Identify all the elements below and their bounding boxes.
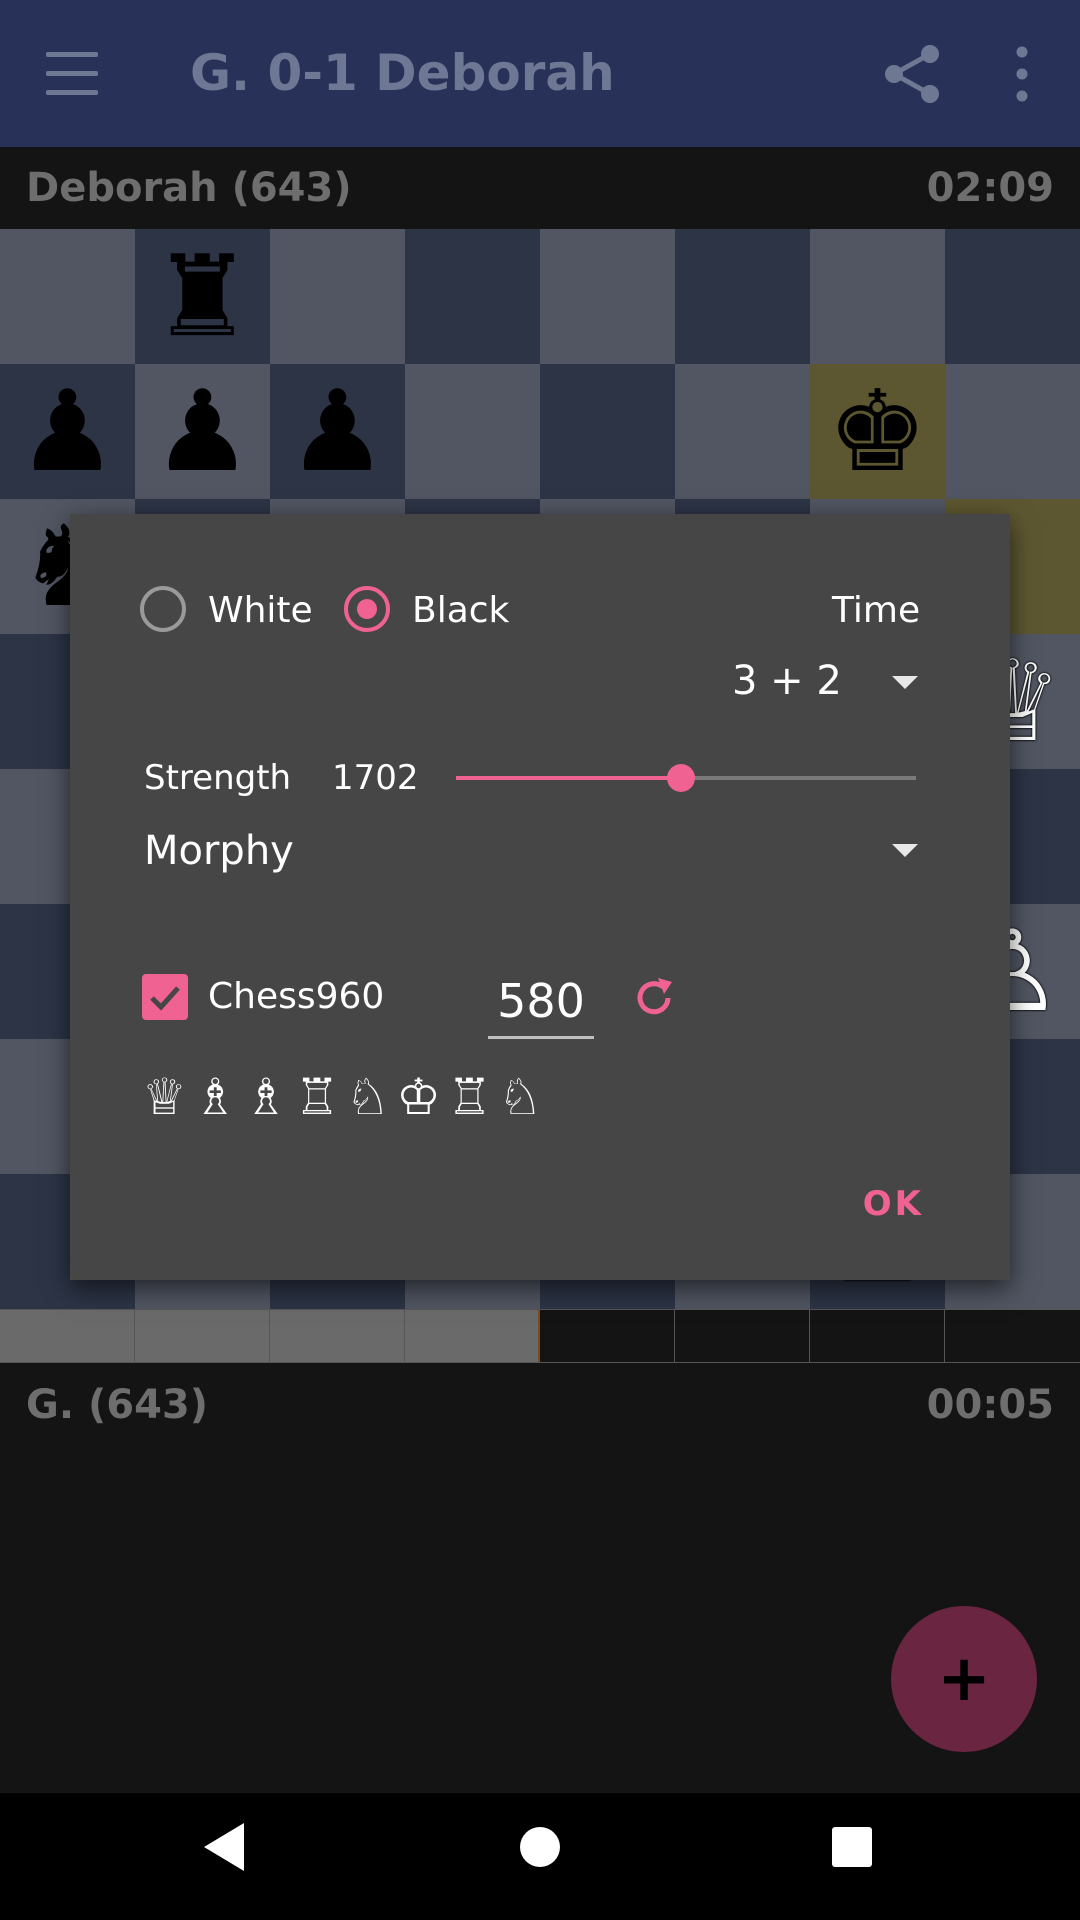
move-bar-segment[interactable] [270, 1310, 405, 1362]
bottom-player-bar: G. (643) 00:05 [0, 1364, 1080, 1446]
new-game-dialog: White Black Time 3 + 2 Strength 1702 Mor… [70, 514, 1010, 1280]
top-player-bar: Deborah (643) 02:09 [0, 147, 1080, 229]
move-bar-segment[interactable] [675, 1310, 810, 1362]
black-radio-label[interactable]: Black [412, 590, 509, 631]
hamburger-icon[interactable] [46, 52, 98, 96]
chess-piece-black-g7[interactable]: ♚ [827, 376, 927, 488]
bottom-player-clock: 00:05 [926, 1382, 1054, 1428]
app-bar: G. 0-1 Deborah [0, 0, 1080, 147]
chess960-seed-input[interactable]: 580 [488, 974, 594, 1039]
move-bar-segment[interactable] [810, 1310, 945, 1362]
board-square-d7[interactable] [405, 364, 540, 499]
board-square-a7[interactable]: ♟ [0, 364, 135, 499]
system-nav-bar [0, 1793, 1080, 1920]
chess-piece-black-b7[interactable]: ♟ [152, 376, 252, 488]
white-radio-label[interactable]: White [208, 590, 313, 631]
white-radio[interactable] [140, 586, 186, 632]
strength-value: 1702 [332, 758, 419, 798]
move-navigation-bar[interactable] [0, 1309, 1080, 1363]
strength-slider-thumb[interactable] [667, 764, 696, 792]
board-square-b7[interactable]: ♟ [135, 364, 270, 499]
move-bar-segment[interactable] [945, 1310, 1080, 1362]
board-square-g7[interactable]: ♚ [810, 364, 945, 499]
board-square-e7[interactable] [540, 364, 675, 499]
board-square-a8[interactable] [0, 229, 135, 364]
chess-piece-black-a7[interactable]: ♟ [17, 376, 117, 488]
chess960-checkbox[interactable] [142, 974, 188, 1020]
board-square-f8[interactable] [675, 229, 810, 364]
back-icon[interactable] [204, 1823, 244, 1871]
engine-select-value[interactable]: Morphy [144, 828, 294, 874]
move-bar-segment[interactable] [540, 1310, 675, 1362]
time-control-value[interactable]: 3 + 2 [732, 658, 842, 704]
more-vert-icon[interactable] [1004, 46, 1040, 102]
strength-slider-fill [456, 776, 682, 780]
top-player-clock: 02:09 [926, 165, 1054, 211]
home-icon[interactable] [520, 1827, 560, 1867]
board-square-g8[interactable] [810, 229, 945, 364]
board-square-c7[interactable]: ♟ [270, 364, 405, 499]
move-bar-segment[interactable] [0, 1310, 135, 1362]
share-icon[interactable] [880, 44, 944, 104]
time-label: Time [832, 590, 921, 631]
top-player-name: Deborah (643) [26, 165, 352, 211]
recents-icon[interactable] [832, 1827, 872, 1867]
chess960-label[interactable]: Chess960 [208, 976, 384, 1017]
board-square-b8[interactable]: ♜ [135, 229, 270, 364]
game-title: G. 0-1 Deborah [190, 44, 615, 102]
board-square-e8[interactable] [540, 229, 675, 364]
ok-button[interactable]: OK [863, 1184, 924, 1224]
checkmark-icon [150, 986, 180, 1011]
time-dropdown-icon[interactable] [892, 676, 918, 689]
chess-piece-black-b8[interactable]: ♜ [152, 241, 252, 353]
board-square-h8[interactable] [945, 229, 1080, 364]
bottom-player-name: G. (643) [26, 1382, 209, 1428]
move-bar-segment[interactable] [405, 1310, 540, 1362]
board-square-c8[interactable] [270, 229, 405, 364]
chess-piece-black-c7[interactable]: ♟ [287, 376, 387, 488]
strength-label: Strength [144, 758, 292, 798]
new-game-fab[interactable]: + [891, 1606, 1037, 1752]
add-icon: + [937, 1642, 991, 1716]
strength-slider[interactable] [456, 764, 916, 792]
board-square-f7[interactable] [675, 364, 810, 499]
board-square-h7[interactable] [945, 364, 1080, 499]
move-bar-segment[interactable] [135, 1310, 270, 1362]
board-square-d8[interactable] [405, 229, 540, 364]
engine-dropdown-icon[interactable] [892, 844, 918, 857]
chess960-setup-pieces: ♕♗♗♖♘♔♖♘ [142, 1068, 549, 1126]
refresh-icon[interactable] [630, 974, 678, 1022]
black-radio[interactable] [344, 586, 390, 632]
